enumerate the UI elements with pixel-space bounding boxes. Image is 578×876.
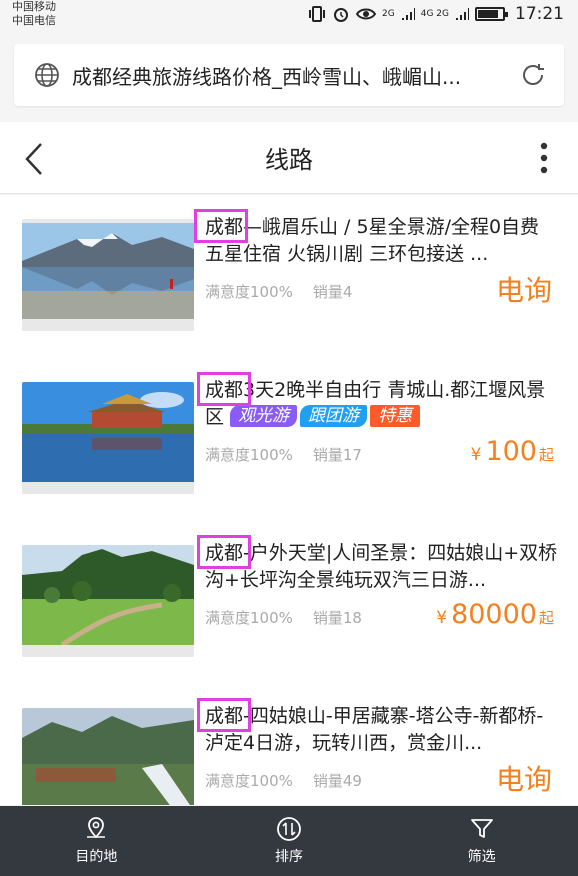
tab-destination[interactable]: 目的地 <box>0 806 193 876</box>
more-options-icon[interactable] <box>540 142 548 174</box>
status-bar: 中国移动 中国电信 2G 4G 2G 17:21 <box>0 0 578 32</box>
route-title[interactable]: 成都-四姑娘山-甲居藏寨-塔公寺-新都桥-泸定4日游，玩转川西，赏金川... <box>205 703 560 757</box>
route-list: 成都—峨眉乐山 / 5星全景游/全程0自费 五星住宿 火锅川剧 三环包接送 ..… <box>0 195 578 805</box>
status-icons: 2G 4G 2G 17:21 <box>308 4 564 24</box>
route-title[interactable]: 成都-户外天堂|人间圣景：四姑娘山+双桥沟+长坪沟全景纯玩双汽三日游... <box>205 540 560 594</box>
price-inquiry: 电询 <box>495 763 552 796</box>
tab-destination-label: 目的地 <box>75 849 118 865</box>
satisfaction: 满意度100% <box>205 446 293 464</box>
search-highlight-box <box>197 698 251 732</box>
sales-count: 销量49 <box>312 772 362 790</box>
vibrate-icon <box>309 6 326 22</box>
route-title[interactable]: 成都3天2晚半自由行 青城山.都江堰风景区 观光游 跟团游 特惠 <box>205 377 560 431</box>
route-thumbnail <box>22 545 194 657</box>
route-item[interactable]: 成都-户外天堂|人间圣景：四姑娘山+双桥沟+长坪沟全景纯玩双汽三日游... 满意… <box>0 521 578 685</box>
filter-icon <box>470 819 493 838</box>
route-meta: 满意度100% 销量49 <box>205 770 362 791</box>
url-bar[interactable]: 成都经典旅游线路价格_西岭雪山、峨嵋山... <box>14 44 564 106</box>
signal-1-icon <box>401 8 415 20</box>
satisfaction: 满意度100% <box>205 283 293 301</box>
route-thumbnail <box>22 708 194 805</box>
signal-2-icon <box>456 8 469 20</box>
satisfaction: 满意度100% <box>205 609 293 627</box>
route-price: ¥ 100 起 <box>471 436 554 467</box>
network-2: 4G 2G <box>420 9 449 19</box>
eye-icon <box>356 8 377 20</box>
page-header: 线路 <box>0 122 578 194</box>
route-thumbnail <box>22 382 194 494</box>
route-item[interactable]: 成都—峨眉乐山 / 5星全景游/全程0自费 五星住宿 火锅川剧 三环包接送 ..… <box>0 195 578 359</box>
tag-sightseeing: 观光游 <box>230 405 298 427</box>
page-title: 线路 <box>265 146 313 174</box>
price-value: 100 <box>485 436 537 467</box>
search-highlight-box <box>197 535 251 569</box>
price-unit: 起 <box>538 609 554 627</box>
clock: 17:21 <box>515 4 564 24</box>
sales-count: 销量17 <box>312 446 362 464</box>
search-highlight-box <box>194 209 248 243</box>
sales-count: 销量18 <box>312 609 362 627</box>
route-thumbnail <box>22 219 194 331</box>
price-unit: 起 <box>538 446 554 464</box>
route-meta: 满意度100% 销量17 <box>205 444 362 465</box>
network-1: 2G <box>382 9 395 19</box>
route-title[interactable]: 成都—峨眉乐山 / 5星全景游/全程0自费 五星住宿 火锅川剧 三环包接送 ..… <box>205 214 560 268</box>
route-meta: 满意度100% 销量4 <box>205 281 352 302</box>
tag-group-tour: 跟团游 <box>300 405 368 427</box>
search-highlight-box <box>197 372 251 406</box>
location-pin-icon <box>87 817 106 839</box>
carrier-1: 中国移动 <box>12 0 56 13</box>
price-value: 80000 <box>451 599 537 630</box>
route-meta: 满意度100% 销量18 <box>205 607 362 628</box>
route-price: ¥ 80000 起 <box>436 599 554 630</box>
globe-icon <box>35 63 59 87</box>
browser-toolbar: 成都经典旅游线路价格_西岭雪山、峨嵋山... <box>0 32 578 122</box>
satisfaction: 满意度100% <box>205 772 293 790</box>
tab-sort-label: 排序 <box>275 849 303 865</box>
tab-sort[interactable]: 排序 <box>193 806 386 876</box>
reload-icon[interactable] <box>518 60 548 90</box>
sort-icon <box>277 817 301 841</box>
route-item[interactable]: 成都-四姑娘山-甲居藏寨-塔公寺-新都桥-泸定4日游，玩转川西，赏金川... 满… <box>0 684 578 805</box>
currency-symbol: ¥ <box>436 608 448 628</box>
battery-icon <box>475 7 508 21</box>
route-item[interactable]: 成都3天2晚半自由行 青城山.都江堰风景区 观光游 跟团游 特惠 满意度100% 销… <box>0 358 578 522</box>
carrier-labels: 中国移动 中国电信 <box>12 0 56 28</box>
tab-filter[interactable]: 筛选 <box>385 806 578 876</box>
sales-count: 销量4 <box>312 283 353 301</box>
tab-filter-label: 筛选 <box>467 849 496 865</box>
bottom-tab-bar: 目的地 排序 筛选 <box>0 806 578 876</box>
currency-symbol: ¥ <box>470 445 482 465</box>
price-inquiry: 电询 <box>495 274 552 307</box>
carrier-2: 中国电信 <box>12 14 56 27</box>
alarm-icon <box>334 8 349 22</box>
tag-special-offer: 特惠 <box>370 405 421 427</box>
url-text[interactable]: 成都经典旅游线路价格_西岭雪山、峨嵋山... <box>72 61 504 90</box>
